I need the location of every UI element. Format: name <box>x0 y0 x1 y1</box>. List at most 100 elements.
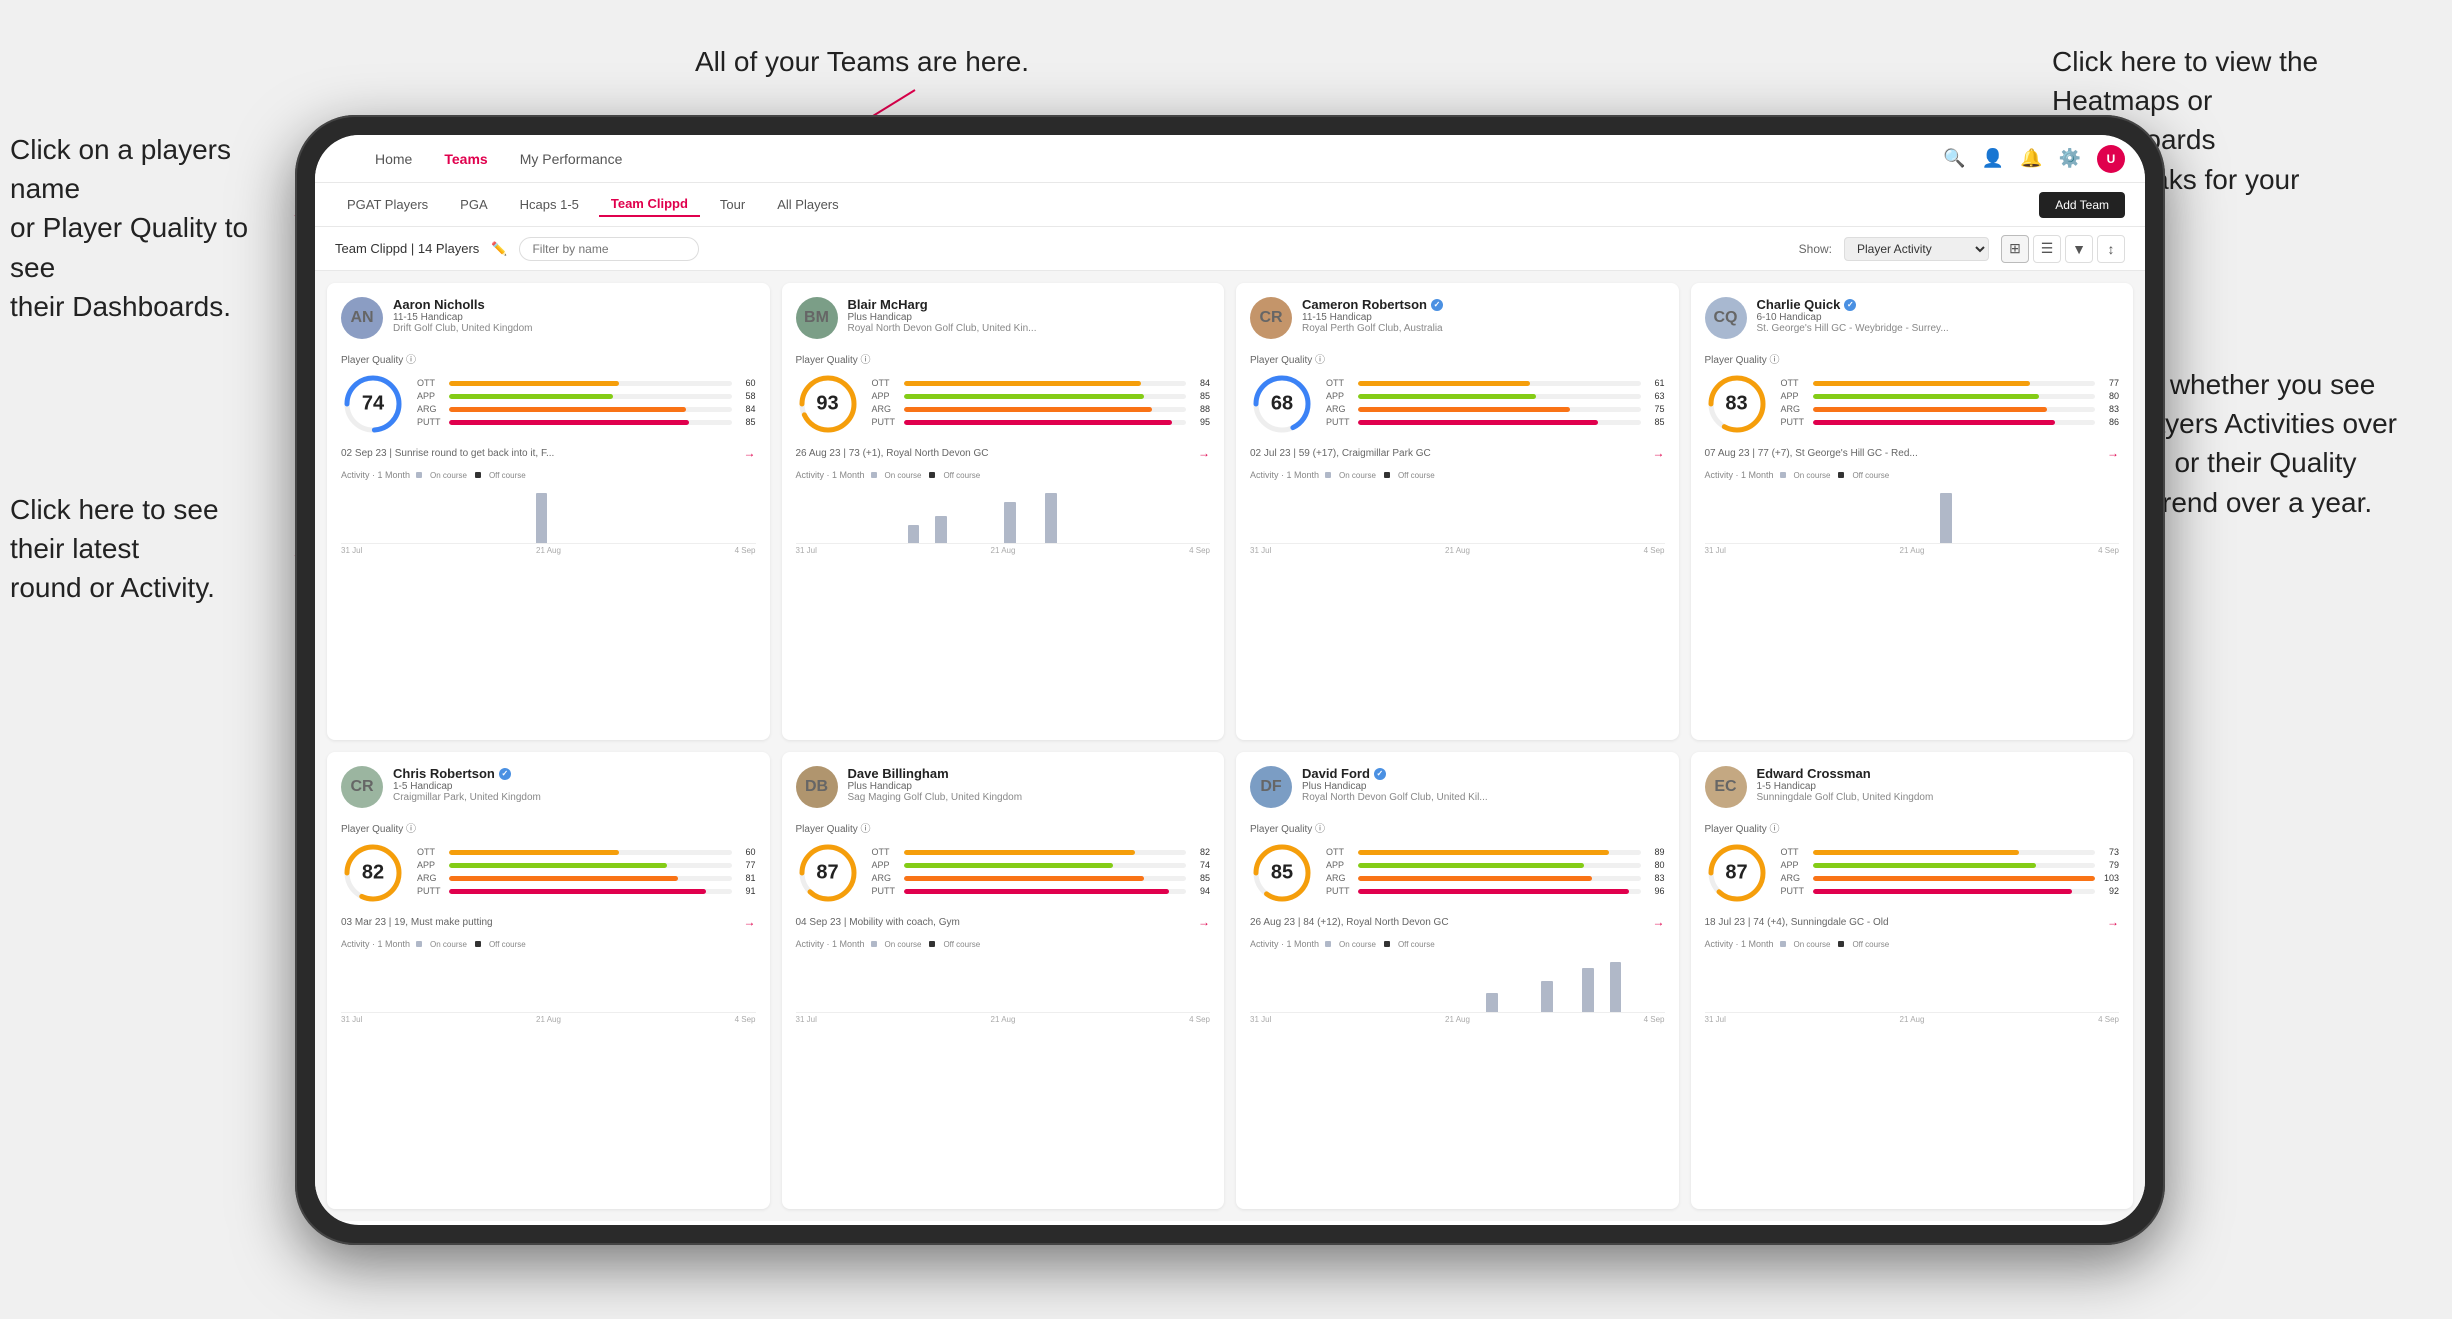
player-avatar[interactable]: DF <box>1250 766 1292 808</box>
player-name[interactable]: Blair McHarg <box>848 297 1211 312</box>
add-team-button[interactable]: Add Team <box>2039 192 2125 218</box>
sub-nav: PGAT Players PGA Hcaps 1-5 Team Clippd T… <box>315 183 2145 227</box>
player-handicap: 11-15 Handicap <box>393 312 756 323</box>
quality-section[interactable]: 68 OTT 61 APP 63 ARG 7 <box>1250 372 1665 436</box>
subnav-pga[interactable]: PGA <box>448 193 499 216</box>
latest-round[interactable]: 26 Aug 23 | 73 (+1), Royal North Devon G… <box>796 446 1211 460</box>
grid-view-button[interactable]: ⊞ <box>2001 235 2029 263</box>
player-avatar[interactable]: DB <box>796 766 838 808</box>
team-label: Team Clippd | 14 Players <box>335 241 479 256</box>
latest-round-arrow[interactable]: → <box>1198 915 1210 929</box>
player-avatar[interactable]: EC <box>1705 766 1747 808</box>
player-info: Blair McHarg Plus Handicap Royal North D… <box>848 297 1211 334</box>
player-name[interactable]: Aaron Nicholls <box>393 297 756 312</box>
verified-icon: ✓ <box>499 768 511 780</box>
player-name[interactable]: Cameron Robertson ✓ <box>1302 297 1665 312</box>
quality-section[interactable]: 83 OTT 77 APP 80 ARG 8 <box>1705 372 2120 436</box>
stats-bars: OTT 73 APP 79 ARG 103 PUTT <box>1781 847 2120 899</box>
nav-link-performance[interactable]: My Performance <box>520 151 623 167</box>
quality-section[interactable]: 82 OTT 60 APP 77 ARG 8 <box>341 841 756 905</box>
chart-dates: 31 Jul21 Aug4 Sep <box>1705 1015 2120 1024</box>
activity-label: Activity · 1 Month On course Off course <box>796 939 1211 949</box>
subnav-all-players[interactable]: All Players <box>765 193 850 216</box>
latest-round[interactable]: 26 Aug 23 | 84 (+12), Royal North Devon … <box>1250 915 1665 929</box>
player-name[interactable]: Chris Robertson ✓ <box>393 766 756 781</box>
player-handicap: 1-5 Handicap <box>1757 781 2120 792</box>
player-club: Sunningdale Golf Club, United Kingdom <box>1757 792 2120 803</box>
latest-round[interactable]: 02 Sep 23 | Sunrise round to get back in… <box>341 446 756 460</box>
nav-link-home[interactable]: Home <box>375 151 412 167</box>
player-name[interactable]: Edward Crossman <box>1757 766 2120 781</box>
nav-link-teams[interactable]: Teams <box>444 151 487 167</box>
quality-label: Player Quality ⓘ <box>1250 820 1665 835</box>
activity-label: Activity · 1 Month On course Off course <box>1705 470 2120 480</box>
quality-label: Player Quality ⓘ <box>341 351 756 366</box>
player-name[interactable]: David Ford ✓ <box>1302 766 1665 781</box>
latest-round[interactable]: 03 Mar 23 | 19, Must make putting → <box>341 915 756 929</box>
quality-label: Player Quality ⓘ <box>796 820 1211 835</box>
player-name[interactable]: Charlie Quick ✓ <box>1757 297 2120 312</box>
player-info: Charlie Quick ✓ 6-10 Handicap St. George… <box>1757 297 2120 334</box>
latest-round-text: 02 Jul 23 | 59 (+17), Craigmillar Park G… <box>1250 448 1431 459</box>
stats-bars: OTT 60 APP 58 ARG 84 PUTT <box>417 378 756 430</box>
activity-chart <box>1705 953 2120 1013</box>
sort-button[interactable]: ↕ <box>2097 235 2125 263</box>
player-avatar[interactable]: CQ <box>1705 297 1747 339</box>
verified-icon: ✓ <box>1431 299 1443 311</box>
latest-round[interactable]: 18 Jul 23 | 74 (+4), Sunningdale GC - Ol… <box>1705 915 2120 929</box>
verified-icon: ✓ <box>1844 299 1856 311</box>
activity-label: Activity · 1 Month On course Off course <box>341 939 756 949</box>
filter-input[interactable] <box>519 237 699 261</box>
stats-bars: OTT 61 APP 63 ARG 75 PUTT <box>1326 378 1665 430</box>
avatar[interactable]: U <box>2097 145 2125 173</box>
settings-icon[interactable]: ⚙️ <box>2059 148 2081 169</box>
player-avatar[interactable]: AN <box>341 297 383 339</box>
latest-round[interactable]: 02 Jul 23 | 59 (+17), Craigmillar Park G… <box>1250 446 1665 460</box>
filter-button[interactable]: ▼ <box>2065 235 2093 263</box>
chart-dates: 31 Jul21 Aug4 Sep <box>796 546 1211 555</box>
subnav-tour[interactable]: Tour <box>708 193 757 216</box>
latest-round-arrow[interactable]: → <box>2107 915 2119 929</box>
subnav-team-clippd[interactable]: Team Clippd <box>599 192 700 217</box>
quality-section[interactable]: 85 OTT 89 APP 80 ARG 8 <box>1250 841 1665 905</box>
latest-round-arrow[interactable]: → <box>1653 915 1665 929</box>
table-view-button[interactable]: ☰ <box>2033 235 2061 263</box>
subnav-hcaps[interactable]: Hcaps 1-5 <box>508 193 591 216</box>
latest-round-arrow[interactable]: → <box>744 915 756 929</box>
activity-section: Activity · 1 Month On course Off course … <box>341 939 756 1024</box>
latest-round-arrow[interactable]: → <box>744 446 756 460</box>
latest-round-arrow[interactable]: → <box>2107 446 2119 460</box>
latest-round[interactable]: 07 Aug 23 | 77 (+7), St George's Hill GC… <box>1705 446 2120 460</box>
quality-label: Player Quality ⓘ <box>1250 351 1665 366</box>
annotation-left-bottom: Click here to see their latestround or A… <box>10 490 270 608</box>
activity-chart <box>341 484 756 544</box>
player-avatar[interactable]: CR <box>1250 297 1292 339</box>
quality-section[interactable]: 87 OTT 82 APP 74 ARG 8 <box>796 841 1211 905</box>
quality-label: Player Quality ⓘ <box>341 820 756 835</box>
edit-icon[interactable]: ✏️ <box>491 241 507 257</box>
quality-label: Player Quality ⓘ <box>1705 351 2120 366</box>
quality-section[interactable]: 93 OTT 84 APP 85 ARG 8 <box>796 372 1211 436</box>
latest-round-arrow[interactable]: → <box>1198 446 1210 460</box>
player-header: BM Blair McHarg Plus Handicap Royal Nort… <box>796 297 1211 339</box>
activity-label: Activity · 1 Month On course Off course <box>1705 939 2120 949</box>
player-info: Dave Billingham Plus Handicap Sag Maging… <box>848 766 1211 803</box>
quality-section[interactable]: 87 OTT 73 APP 79 ARG 1 <box>1705 841 2120 905</box>
subnav-pgat[interactable]: PGAT Players <box>335 193 440 216</box>
quality-section[interactable]: 74 OTT 60 APP 58 ARG 8 <box>341 372 756 436</box>
search-icon[interactable]: 🔍 <box>1943 148 1965 169</box>
latest-round-arrow[interactable]: → <box>1653 446 1665 460</box>
latest-round[interactable]: 04 Sep 23 | Mobility with coach, Gym → <box>796 915 1211 929</box>
player-club: Royal North Devon Golf Club, United Kil.… <box>1302 792 1665 803</box>
player-name[interactable]: Dave Billingham <box>848 766 1211 781</box>
bell-icon[interactable]: 🔔 <box>2020 148 2042 169</box>
show-select[interactable]: Player Activity Quality Score Trend <box>1844 237 1989 261</box>
player-avatar[interactable]: CR <box>341 766 383 808</box>
activity-label: Activity · 1 Month On course Off course <box>1250 939 1665 949</box>
player-header: CR Chris Robertson ✓ 1-5 Handicap Craigm… <box>341 766 756 808</box>
user-icon[interactable]: 👤 <box>1982 148 2004 169</box>
activity-label: Activity · 1 Month On course Off course <box>341 470 756 480</box>
player-avatar[interactable]: BM <box>796 297 838 339</box>
latest-round-text: 07 Aug 23 | 77 (+7), St George's Hill GC… <box>1705 448 1918 459</box>
latest-round-text: 26 Aug 23 | 84 (+12), Royal North Devon … <box>1250 917 1449 928</box>
